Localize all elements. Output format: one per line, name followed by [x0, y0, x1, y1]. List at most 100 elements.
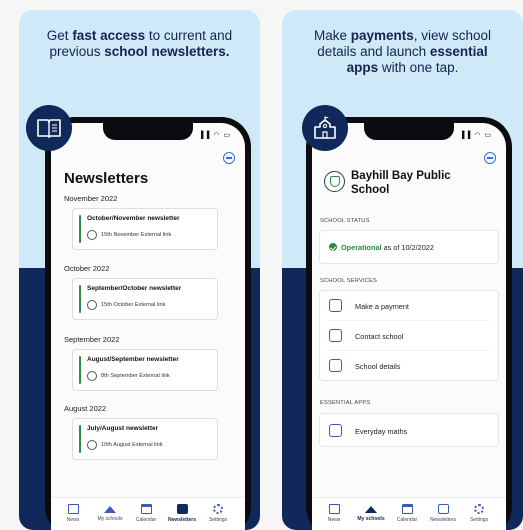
school-screen: ▐▐ ◠ ▭ Bayhill Bay Public School SCHOOL …: [312, 123, 506, 530]
newsletter-title: August/September newsletter: [87, 356, 179, 363]
tab-bar: News My schools Calendar Newsletters Set…: [312, 497, 506, 530]
newsletter-date: 10th August External link: [101, 442, 163, 448]
school-building-icon: [302, 105, 348, 151]
services-list: Make a payment Contact school School det…: [319, 290, 499, 381]
section-label: SCHOOL STATUS: [320, 218, 370, 224]
graduation-cap-icon: [365, 506, 377, 513]
tab-label: Calendar: [396, 517, 418, 523]
news-icon: [328, 504, 340, 514]
card-accent-bar: [79, 356, 81, 384]
payment-icon: [329, 299, 342, 312]
app-label: Everyday maths: [355, 427, 408, 436]
tab-label: My schools: [97, 516, 123, 522]
calendar-icon: [140, 504, 152, 514]
tab-news[interactable]: News: [54, 504, 92, 523]
service-label: Make a payment: [355, 302, 409, 311]
external-link-icon: [87, 440, 97, 450]
service-label: Contact school: [355, 332, 404, 341]
headline-text: , view school: [413, 28, 492, 43]
newsletter-icon: [437, 504, 449, 514]
status-text: Operational as of 10/2/2022: [329, 243, 434, 252]
tab-label: Newsletters: [167, 517, 197, 523]
check-circle-icon: [329, 243, 337, 251]
calendar-icon: [401, 504, 413, 514]
gear-icon: [474, 504, 484, 514]
status-card: Operational as of 10/2/2022: [319, 230, 499, 264]
newsletters-screen: ▐▐ ◠ ▭ Newsletters November 2022 October…: [51, 123, 245, 530]
help-icon[interactable]: [484, 152, 496, 164]
external-link-icon: [87, 300, 97, 310]
card-accent-bar: [79, 425, 81, 453]
month-heading: September 2022: [64, 335, 120, 344]
newsletter-date: 8th September External link: [101, 373, 170, 379]
newsletter-title: September/October newsletter: [87, 285, 182, 292]
school-details-icon: [329, 359, 342, 372]
status-bar-icons: ▐▐ ◠ ▭: [459, 132, 492, 139]
newsletter-card[interactable]: September/October newsletter 15th Octobe…: [72, 278, 218, 320]
card-accent-bar: [79, 285, 81, 313]
newsletter-card[interactable]: October/November newsletter 15th Novembe…: [72, 208, 218, 250]
newsletter-title: July/August newsletter: [87, 425, 159, 432]
month-heading: October 2022: [64, 264, 110, 273]
service-school-details[interactable]: School details: [320, 351, 498, 381]
month-heading: November 2022: [64, 194, 118, 203]
newsletter-date: 15th November External link: [101, 232, 172, 238]
tab-calendar[interactable]: Calendar: [127, 504, 165, 523]
status-bar-icons: ▐▐ ◠ ▭: [198, 132, 231, 139]
service-make-payment[interactable]: Make a payment: [320, 291, 498, 321]
newsletters-promo-panel: Get fast access to current and previous …: [19, 10, 260, 530]
calculator-icon: [329, 424, 342, 437]
graduation-cap-icon: [104, 506, 116, 513]
tab-calendar[interactable]: Calendar: [388, 504, 426, 523]
phone-mockup: ▐▐ ◠ ▭ Newsletters November 2022 October…: [45, 117, 251, 530]
headline-bold: school newsletters.: [104, 44, 230, 59]
tab-settings[interactable]: Settings: [460, 504, 498, 523]
external-link-icon: [87, 371, 97, 381]
month-heading: August 2022: [64, 404, 107, 413]
newsletter-card[interactable]: August/September newsletter 8th Septembe…: [72, 349, 218, 391]
book-icon: [26, 105, 72, 151]
tab-label: News: [66, 517, 80, 523]
headline-text: previous: [49, 44, 105, 59]
phone-mockup: ▐▐ ◠ ▭ Bayhill Bay Public School SCHOOL …: [306, 117, 512, 530]
phone-notch: [364, 123, 454, 140]
service-contact-school[interactable]: Contact school: [320, 321, 498, 351]
tab-news[interactable]: News: [315, 504, 353, 523]
section-label: ESSENTIAL APPS: [320, 400, 371, 406]
headline-text: Make: [313, 28, 351, 43]
headline-bold: fast access: [72, 28, 146, 43]
newsletter-icon: [176, 504, 188, 514]
school-services-promo-panel: Make payments, view school details and l…: [282, 10, 523, 530]
external-link-icon: [87, 230, 97, 240]
tab-my-schools[interactable]: My schools: [352, 504, 390, 522]
tab-label: Newsletters: [429, 517, 457, 523]
card-accent-bar: [79, 215, 81, 243]
headline-bold: payments: [350, 28, 414, 43]
app-everyday-maths[interactable]: Everyday maths: [320, 416, 498, 446]
tab-label: Settings: [469, 517, 489, 523]
school-crest-icon: [324, 171, 345, 192]
tab-my-schools[interactable]: My schools: [91, 504, 129, 522]
status-date: as of 10/2/2022: [381, 243, 434, 252]
promo-headline: Make payments, view school details and l…: [282, 28, 523, 76]
help-icon[interactable]: [223, 152, 235, 164]
tab-label: Calendar: [135, 517, 157, 523]
newsletter-title: October/November newsletter: [87, 215, 180, 222]
headline-text: details and launch: [317, 44, 430, 59]
newsletter-card[interactable]: July/August newsletter 10th August Exter…: [72, 418, 218, 460]
tab-bar: News My schools Calendar Newsletters Set…: [51, 497, 245, 530]
status-value: Operational: [341, 243, 382, 252]
page-title: Newsletters: [64, 170, 149, 187]
service-label: School details: [355, 362, 401, 371]
tab-settings[interactable]: Settings: [199, 504, 237, 523]
tab-newsletters[interactable]: Newsletters: [424, 504, 462, 523]
school-name: Bayhill Bay Public School: [351, 170, 451, 196]
headline-bold: apps: [346, 60, 379, 75]
gear-icon: [213, 504, 223, 514]
newsletter-date: 15th October External link: [101, 302, 166, 308]
tab-newsletters[interactable]: Newsletters: [163, 504, 201, 523]
apps-list: Everyday maths: [319, 413, 499, 447]
phone-notch: [103, 123, 193, 140]
tab-label: News: [327, 517, 341, 523]
promo-headline: Get fast access to current and previous …: [19, 28, 260, 60]
